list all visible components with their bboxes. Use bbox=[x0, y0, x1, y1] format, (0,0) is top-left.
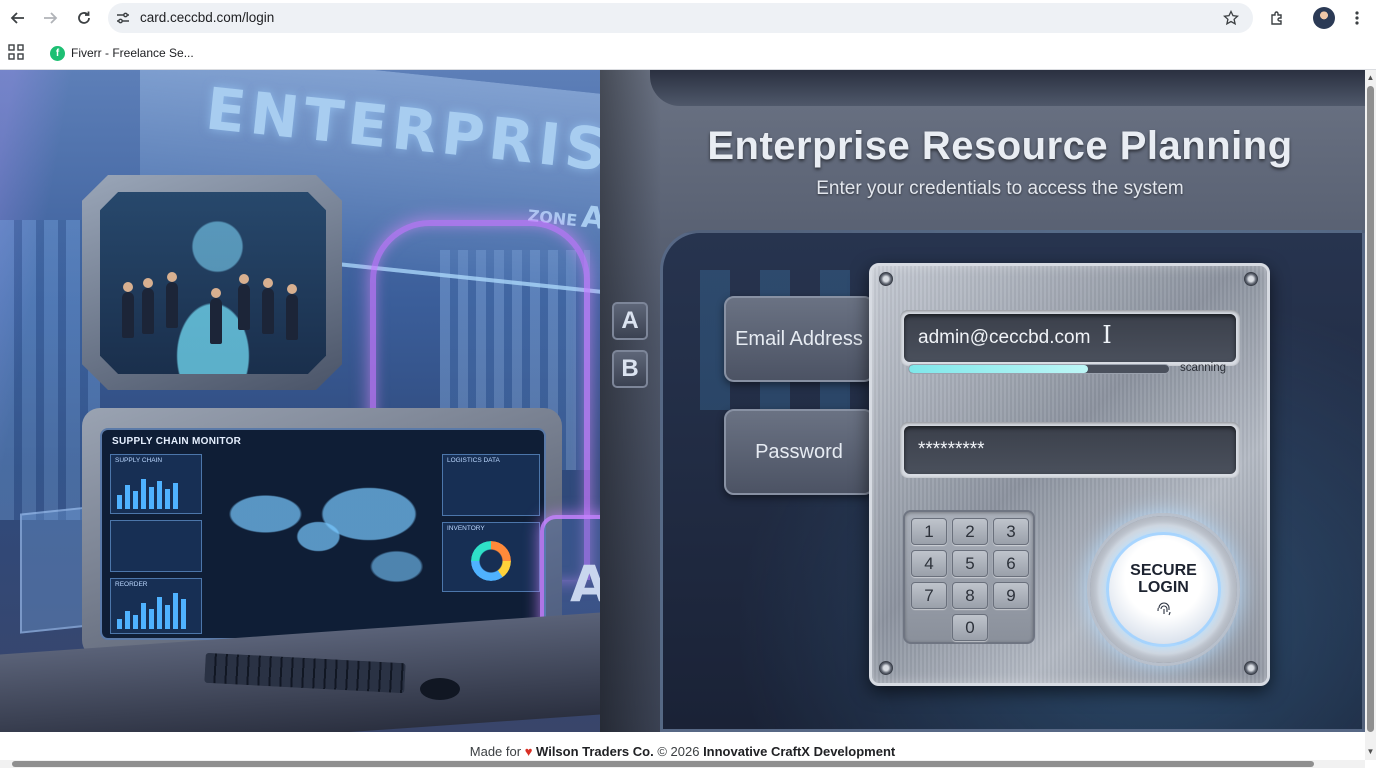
screw-icon bbox=[1244, 272, 1258, 286]
fingerprint-icon bbox=[1156, 602, 1171, 615]
bookmarks-bar: f Fiverr - Freelance Se... bbox=[0, 36, 1376, 70]
email-input[interactable] bbox=[904, 314, 1236, 362]
scroll-down-icon[interactable]: ▼ bbox=[1365, 746, 1376, 757]
key-1[interactable]: 1 bbox=[911, 518, 947, 545]
meeting-photo bbox=[100, 192, 326, 374]
tag-b: B bbox=[612, 350, 648, 388]
key-6[interactable]: 6 bbox=[993, 550, 1029, 577]
scroll-up-icon[interactable]: ▲ bbox=[1365, 72, 1376, 83]
reload-icon[interactable] bbox=[72, 6, 96, 30]
inventory-panel: INVENTORY bbox=[442, 522, 540, 592]
horizontal-scroll-thumb[interactable] bbox=[12, 761, 1314, 767]
mouse-illustration bbox=[420, 678, 460, 700]
key-5[interactable]: 5 bbox=[952, 550, 988, 577]
scan-progress-fill bbox=[909, 365, 1089, 373]
footer-prefix: Made for bbox=[469, 744, 522, 759]
scan-status: scanning bbox=[1180, 362, 1227, 374]
panel-title: SUPPLY CHAIN bbox=[115, 457, 163, 464]
numeric-keypad: 1 2 3 4 5 6 7 8 9 0 bbox=[903, 510, 1035, 644]
url-text[interactable]: card.ceccbd.com/login bbox=[140, 10, 274, 25]
key-3[interactable]: 3 bbox=[993, 518, 1029, 545]
person-figure bbox=[238, 274, 250, 330]
browser-toolbar: card.ceccbd.com/login bbox=[0, 0, 1376, 36]
address-bar[interactable]: card.ceccbd.com/login bbox=[108, 3, 1253, 33]
key-4[interactable]: 4 bbox=[911, 550, 947, 577]
email-field bbox=[900, 310, 1240, 366]
person-figure bbox=[286, 284, 298, 340]
page-title: Enterprise Resource Planning bbox=[707, 124, 1293, 168]
password-label: Password bbox=[724, 409, 874, 495]
world-map-graphic bbox=[208, 454, 438, 604]
panel-title: REORDER bbox=[115, 581, 148, 588]
tag-a: A bbox=[612, 302, 648, 340]
footer-developer: Innovative CraftX Development bbox=[703, 744, 896, 759]
reorder-panel: REORDER bbox=[110, 578, 202, 634]
panel-title: INVENTORY bbox=[447, 525, 485, 532]
ceiling-rail bbox=[650, 70, 1365, 106]
text-cursor-icon: I bbox=[1102, 321, 1112, 349]
secure-login-label: SECURE LOGIN bbox=[1130, 561, 1197, 596]
key-2[interactable]: 2 bbox=[952, 518, 988, 545]
panel-title: LOGISTICS DATA bbox=[447, 457, 500, 464]
back-arrow-icon[interactable] bbox=[6, 6, 30, 30]
monitor-title: SUPPLY CHAIN MONITOR bbox=[112, 436, 242, 447]
more-vert-icon[interactable] bbox=[1346, 7, 1368, 29]
key-7[interactable]: 7 bbox=[911, 582, 947, 609]
footer-copyright: © 2026 bbox=[657, 744, 700, 759]
tune-icon[interactable] bbox=[114, 9, 132, 27]
secure-login-button[interactable]: SECURE LOGIN bbox=[1087, 513, 1240, 666]
horizontal-scrollbar[interactable] bbox=[0, 760, 1365, 768]
page-viewport: ENTERPRISE ZONEA SUPPLY CHAIN MONITOR SU… bbox=[0, 70, 1365, 732]
email-label: Email Address bbox=[724, 296, 874, 382]
monitor-screen: SUPPLY CHAIN MONITOR SUPPLY CHAIN REORDE… bbox=[100, 428, 546, 640]
person-figure bbox=[122, 282, 134, 338]
key-9[interactable]: 9 bbox=[993, 582, 1029, 609]
screw-icon bbox=[879, 661, 893, 675]
text-list-panel bbox=[110, 520, 202, 572]
screw-icon bbox=[879, 272, 893, 286]
key-8[interactable]: 8 bbox=[952, 582, 988, 609]
heart-icon: ♥ bbox=[524, 744, 533, 759]
scan-progress-bar bbox=[908, 364, 1170, 374]
vertical-scrollbar[interactable]: ▲ ▼ bbox=[1365, 70, 1376, 760]
fiverr-favicon-icon: f bbox=[50, 45, 65, 61]
bookmark-fiverr[interactable]: f Fiverr - Freelance Se... bbox=[50, 43, 194, 63]
person-figure bbox=[166, 272, 178, 328]
bar-sparkline bbox=[117, 479, 178, 509]
bookmark-label: Fiverr - Freelance Se... bbox=[71, 46, 194, 60]
apps-grid-icon[interactable] bbox=[8, 44, 26, 62]
side-display-illustration bbox=[20, 506, 90, 634]
star-icon[interactable] bbox=[1221, 8, 1241, 28]
secure-login-face[interactable]: SECURE LOGIN bbox=[1106, 532, 1221, 647]
screw-icon bbox=[1244, 661, 1258, 675]
puzzle-icon[interactable] bbox=[1266, 7, 1288, 29]
key-0[interactable]: 0 bbox=[952, 614, 988, 641]
person-figure bbox=[262, 278, 274, 334]
page-subtitle: Enter your credentials to access the sys… bbox=[816, 178, 1184, 199]
footer-company: Wilson Traders Co. bbox=[536, 744, 654, 759]
person-figure bbox=[210, 288, 222, 344]
password-input[interactable] bbox=[904, 426, 1236, 474]
donut-chart-graphic bbox=[471, 541, 511, 581]
bar-sparkline bbox=[117, 593, 186, 629]
logistics-panel: LOGISTICS DATA bbox=[442, 454, 540, 516]
page-footer: Made for ♥ Wilson Traders Co. © 2026 Inn… bbox=[0, 744, 1365, 759]
supply-chain-panel: SUPPLY CHAIN bbox=[110, 454, 202, 514]
vertical-scroll-thumb[interactable] bbox=[1367, 86, 1374, 732]
password-field bbox=[900, 422, 1240, 478]
forward-arrow-icon[interactable] bbox=[38, 6, 62, 30]
door-tags: A B bbox=[612, 302, 648, 398]
person-figure bbox=[142, 278, 154, 334]
profile-avatar[interactable] bbox=[1313, 7, 1335, 29]
